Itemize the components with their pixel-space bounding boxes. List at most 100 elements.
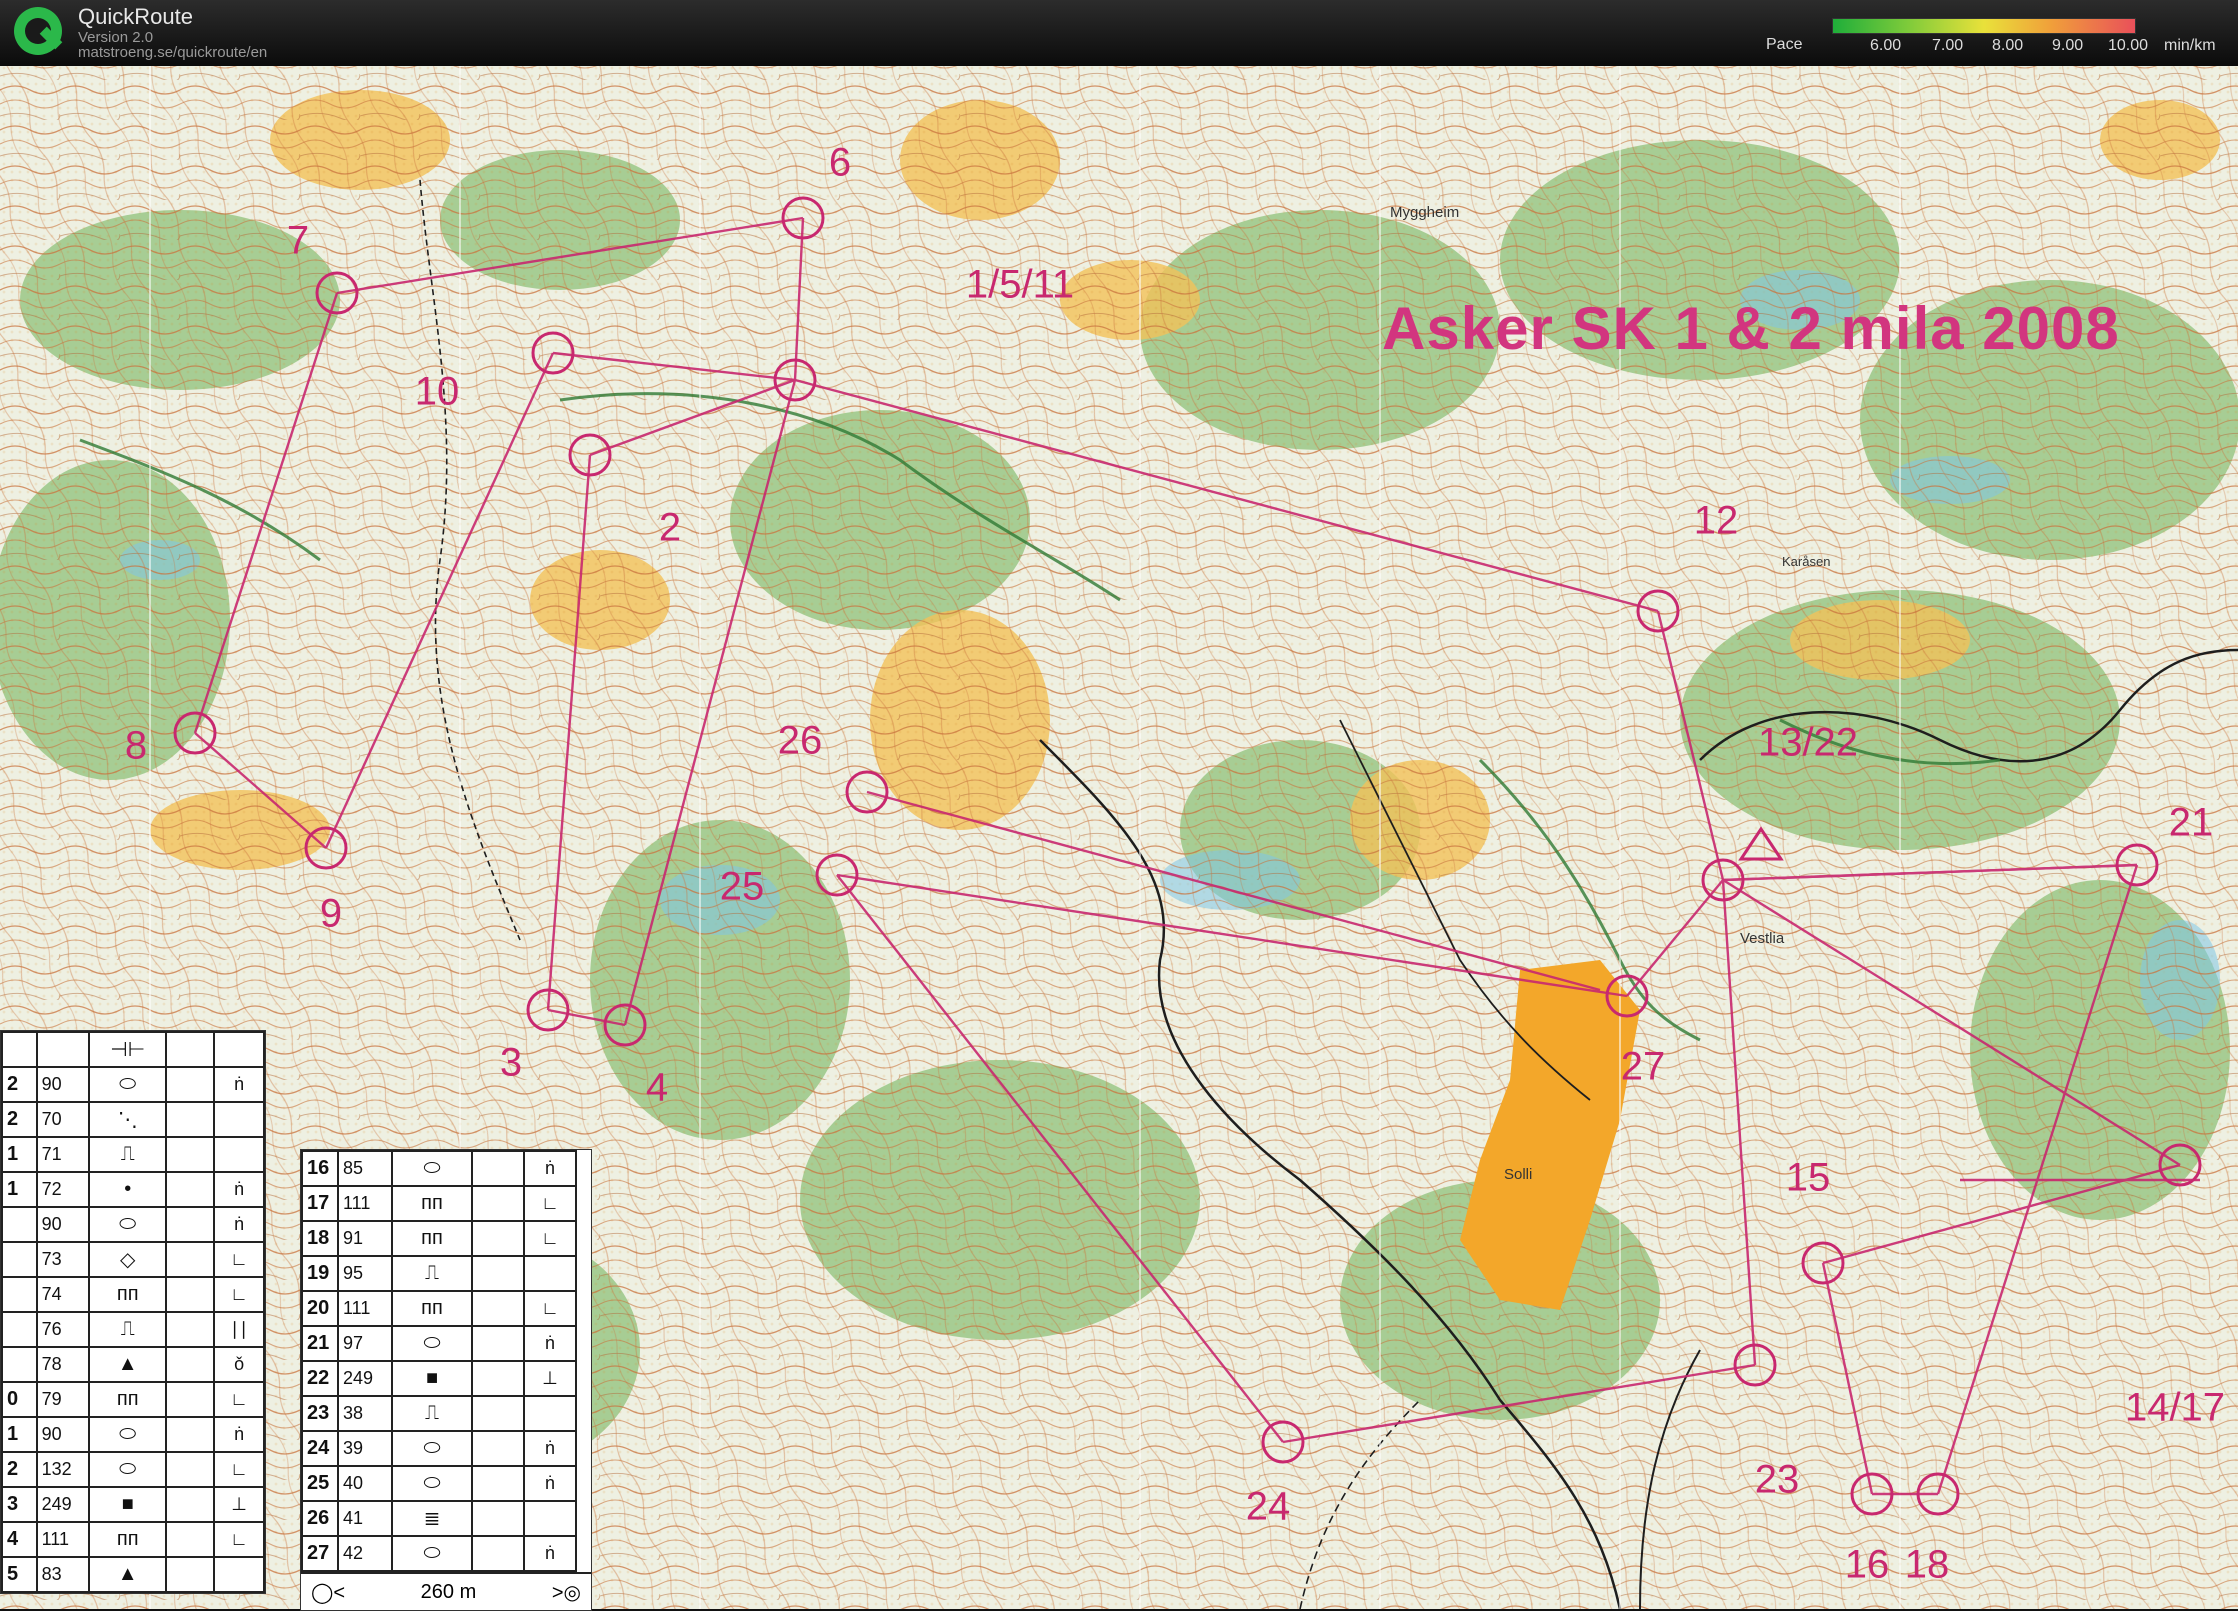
control-card-row: 24 39 ⬭ ṅ	[301, 1430, 577, 1467]
control-code: 79	[35, 1381, 91, 1418]
location-symbol-icon: ∟	[213, 1451, 265, 1488]
control-order: 25	[301, 1465, 339, 1502]
location-symbol-icon: ∟	[523, 1220, 577, 1257]
control-number: 18	[1904, 1542, 1950, 1587]
control-order: 18	[301, 1220, 339, 1257]
control-code: 72	[35, 1171, 91, 1208]
blank-cell	[165, 1206, 216, 1243]
feature-symbol-icon: ⎍	[391, 1395, 473, 1432]
blank-cell	[471, 1430, 525, 1467]
top-bar: QuickRoute Version 2.0 matstroeng.se/qui…	[0, 0, 2238, 67]
location-symbol-icon: ǒ	[213, 1346, 265, 1383]
control-code: 132	[35, 1451, 91, 1488]
control-order: 5	[1, 1556, 38, 1593]
control-card-row: 2 132 ⬭ ∟	[1, 1451, 265, 1488]
app-title: QuickRoute	[78, 4, 193, 29]
control-order: 4	[1, 1521, 38, 1558]
control-order	[1, 1311, 38, 1348]
feature-symbol-icon: ■	[88, 1486, 168, 1523]
control-card-row: 22 249 ■ ⊥	[301, 1360, 577, 1397]
blank-cell	[471, 1255, 525, 1292]
feature-symbol-icon: ⊣⊢	[88, 1031, 168, 1068]
control-card-row: 4 111 ᴨᴨ ∟	[1, 1521, 265, 1558]
location-symbol-icon	[523, 1255, 577, 1292]
control-number: 24	[1245, 1484, 1291, 1529]
blank-cell	[165, 1276, 216, 1313]
control-card-row: 0 79 ᴨᴨ ∟	[1, 1381, 265, 1418]
control-card-row: 2 70 ⋱	[1, 1101, 265, 1138]
feature-symbol-icon: ⬭	[88, 1066, 168, 1103]
control-number: 27	[1620, 1044, 1666, 1089]
control-order: 26	[301, 1500, 339, 1537]
place-name: Karåsen	[1782, 554, 1831, 569]
feature-symbol-icon: ◇	[88, 1241, 168, 1278]
app-url[interactable]: matstroeng.se/quickroute/en	[78, 44, 267, 61]
control-order: 24	[301, 1430, 339, 1467]
control-code: 111	[337, 1185, 393, 1222]
card-footer: ◯< 260 m >◎	[301, 1572, 591, 1610]
control-card-row: 76 ⎍ ∣∣	[1, 1311, 265, 1348]
control-number: 13/22	[1757, 720, 1859, 765]
control-card-row: ⊣⊢	[1, 1031, 265, 1068]
feature-symbol-icon: ⬭	[391, 1150, 473, 1187]
blank-cell	[165, 1101, 216, 1138]
control-card-row: 78 ▲ ǒ	[1, 1346, 265, 1383]
feature-symbol-icon: ᴨᴨ	[88, 1276, 168, 1313]
blank-cell	[165, 1171, 216, 1208]
location-symbol-icon: ṅ	[213, 1066, 265, 1103]
control-code: 70	[35, 1101, 91, 1138]
control-code: 41	[337, 1500, 393, 1537]
control-card-row: 90 ⬭ ṅ	[1, 1206, 265, 1243]
feature-symbol-icon: ⬭	[88, 1451, 168, 1488]
control-code: 97	[337, 1325, 393, 1362]
feature-symbol-icon: ▲	[88, 1346, 168, 1383]
control-order: 1	[1, 1136, 38, 1173]
feature-symbol-icon: ⎍	[391, 1255, 473, 1292]
control-order: 23	[301, 1395, 339, 1432]
start-marker-icon: ◯<	[311, 1581, 346, 1604]
pace-tick: 6.00	[1870, 37, 1902, 54]
blank-cell	[165, 1311, 216, 1348]
location-symbol-icon: ṅ	[523, 1325, 577, 1362]
control-order: 17	[301, 1185, 339, 1222]
control-order	[1, 1276, 38, 1313]
place-name: Solli	[1504, 1166, 1533, 1183]
blank-cell	[471, 1150, 525, 1187]
control-number: 1/5/11	[965, 262, 1075, 307]
feature-symbol-icon: ⬭	[88, 1206, 168, 1243]
control-order: 1	[1, 1416, 38, 1453]
feature-symbol-icon: ⬭	[391, 1465, 473, 1502]
blank-cell	[165, 1486, 216, 1523]
control-code: 74	[35, 1276, 91, 1313]
control-code: 111	[35, 1521, 91, 1558]
control-card-table: ⊣⊢ 2 90 ⬭ ṅ 2 70 ⋱ 1 71 ⎍ 1 72 • ṅ 90 ⬭ ṅ 73 ◇ ∟ 74 ᴨᴨ ∟ 76 ⎍ ∣∣ 78…	[1, 1031, 265, 1593]
blank-cell	[471, 1325, 525, 1362]
control-order: 2	[1, 1451, 38, 1488]
location-symbol-icon	[523, 1395, 577, 1432]
finish-marker-icon: >◎	[551, 1581, 581, 1604]
control-code: 78	[35, 1346, 91, 1383]
feature-symbol-icon: ᴨᴨ	[391, 1290, 473, 1327]
control-card-table: 16 85 ⬭ ṅ 17 111 ᴨᴨ ∟ 18 91 ᴨᴨ ∟ 19 95 ⎍ 20 111 ᴨᴨ ∟ 21 97 ⬭ ṅ…	[301, 1150, 577, 1572]
control-order: 21	[301, 1325, 339, 1362]
blank-cell	[471, 1360, 525, 1397]
orienteering-map[interactable]: Asker SK 1 & 2 mila 2008 Myggheim Karåse…	[0, 66, 2238, 1611]
location-symbol-icon: ṅ	[213, 1416, 265, 1453]
control-number: 16	[1844, 1542, 1890, 1587]
control-number: 9	[319, 891, 343, 936]
control-order: 2	[1, 1066, 38, 1103]
control-number: 4	[645, 1065, 669, 1110]
control-code: 83	[35, 1556, 91, 1593]
control-number: 26	[777, 718, 823, 763]
feature-symbol-icon: ⬭	[391, 1535, 473, 1572]
pace-legend-label: Pace	[1766, 36, 1803, 53]
control-card-row: 20 111 ᴨᴨ ∟	[301, 1290, 577, 1327]
location-symbol-icon: ṅ	[523, 1465, 577, 1502]
blank-cell	[471, 1220, 525, 1257]
pace-tick: 9.00	[2052, 37, 2084, 54]
control-number: 21	[2168, 800, 2214, 845]
control-number: 3	[499, 1040, 523, 1085]
pace-unit: min/km	[2164, 37, 2216, 54]
feature-symbol-icon: ⬭	[88, 1416, 168, 1453]
control-card-row: 1 71 ⎍	[1, 1136, 265, 1173]
